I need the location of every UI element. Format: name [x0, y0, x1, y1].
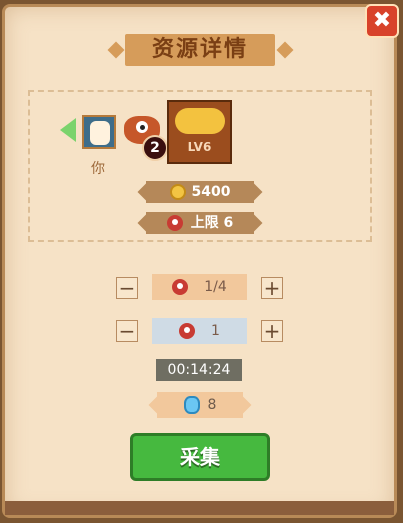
torn-bottom-edge	[5, 501, 394, 515]
resource-level-label: LV6	[187, 140, 212, 154]
stepper-1-minus-button[interactable]: −	[116, 277, 138, 299]
page-title: 资源详情	[151, 37, 248, 62]
stepper-2-minus-button[interactable]: −	[116, 320, 138, 342]
coin-pile-icon	[175, 108, 225, 134]
gem-icon	[183, 396, 200, 414]
stepper-1-value: 1/4	[204, 279, 227, 295]
monster-icon	[172, 279, 189, 295]
stepper-2-plus-button[interactable]: +	[261, 320, 283, 342]
resource-amount-pill: 5400	[146, 181, 254, 203]
avatar-icon	[90, 121, 110, 145]
stepper-1-field[interactable]: 1/4	[152, 274, 247, 300]
resource-amount: 5400	[191, 184, 231, 200]
gem-cost-pill: 8	[157, 392, 243, 418]
close-button[interactable]: ✖	[365, 4, 399, 38]
owner-label: 你	[91, 161, 105, 177]
stepper-2-value: 1	[211, 323, 220, 339]
monster-limit: 上限 6	[190, 215, 234, 231]
monster-icon	[166, 215, 183, 231]
stepper-1-plus-button[interactable]: +	[261, 277, 283, 299]
gem-cost: 8	[207, 397, 217, 413]
monster-limit-pill: 上限 6	[146, 212, 254, 234]
monster-count-badge: 2	[142, 135, 168, 161]
title-bar: 资源详情	[125, 34, 275, 66]
back-arrow-icon[interactable]	[60, 118, 76, 142]
resource-details-window: ✖ 资源详情 你 2 LV6 5400 上限 6 − 1/4 + − 1 + 0…	[0, 0, 403, 523]
stepper-2-field[interactable]: 1	[152, 318, 247, 344]
monster-eye	[136, 121, 148, 133]
avatar[interactable]	[82, 115, 116, 149]
coin-icon	[169, 184, 186, 200]
monster-icon	[179, 323, 196, 339]
timer: 00:14:24	[156, 359, 242, 381]
collect-button[interactable]: 采集	[130, 433, 270, 481]
resource-chest: LV6	[167, 100, 232, 164]
